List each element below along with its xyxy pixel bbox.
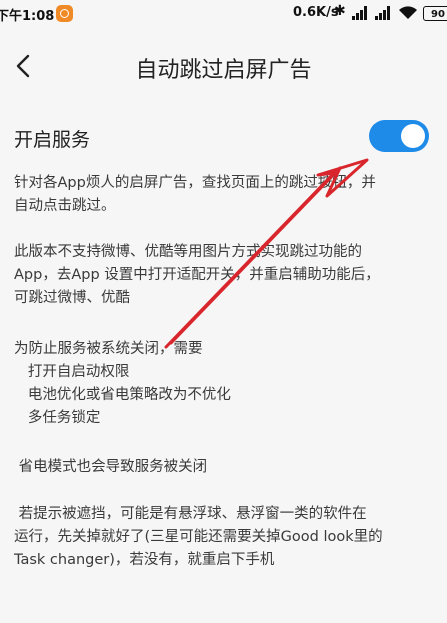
description-line: 运行，先关掉就好了(三星可能还需要关掉Good look里的 bbox=[14, 529, 383, 545]
battery-icon: 90 bbox=[423, 6, 447, 21]
signal-icon bbox=[352, 6, 367, 20]
header: 自动跳过启屏广告 bbox=[0, 40, 447, 92]
service-label: 开启服务 bbox=[14, 129, 91, 151]
description-line: Task changer)，若没有，就重启下手机 bbox=[14, 552, 275, 568]
app-notification-icon bbox=[56, 5, 73, 22]
description-line: 自动点击跳过。 bbox=[14, 198, 116, 214]
description-line: 省电模式也会导致服务被关闭 bbox=[14, 459, 208, 475]
description-line: 针对各App烦人的启屏广告，查找页面上的跳过按钮，并 bbox=[14, 175, 376, 191]
description-line: App，去App 设置中打开适配开关，并重启辅助功能后， bbox=[14, 267, 380, 283]
description-paragraph: 若提示被遮挡，可能是有悬浮球、悬浮窗一类的软件在 运行，先关掉就好了(三星可能还… bbox=[14, 503, 439, 572]
bluetooth-icon: ✱ bbox=[334, 3, 346, 19]
status-bar: 下午1:08 0.6K/s ✱ 90 bbox=[0, 0, 447, 28]
wifi-icon bbox=[399, 6, 417, 20]
description-line: 此版本不支持微博、优酷等用图片方式实现跳过功能的 bbox=[14, 244, 362, 260]
toggle-knob bbox=[401, 124, 425, 148]
page-title: 自动跳过启屏广告 bbox=[135, 58, 312, 83]
description-paragraph: 为防止服务被系统关闭，需要 打开自启动权限 电池优化或省电策略改为不优化 多任务… bbox=[14, 338, 439, 430]
description-line: 电池优化或省电策略改为不优化 bbox=[14, 387, 231, 403]
service-row: 开启服务 bbox=[14, 120, 434, 156]
description-paragraph: 此版本不支持微博、优酷等用图片方式实现跳过功能的 App，去App 设置中打开适… bbox=[14, 241, 439, 310]
description-paragraph: 针对各App烦人的启屏广告，查找页面上的跳过按钮，并 自动点击跳过。 bbox=[14, 172, 439, 218]
network-speed: 0.6K/s bbox=[293, 5, 339, 20]
description-line: 可跳过微博、优酷 bbox=[14, 290, 130, 306]
description-line: 为防止服务被系统关闭，需要 bbox=[14, 341, 203, 357]
description-line: 打开自启动权限 bbox=[14, 364, 130, 380]
status-time: 下午1:08 bbox=[0, 9, 55, 24]
description-line: 多任务锁定 bbox=[14, 410, 101, 426]
service-toggle[interactable] bbox=[369, 120, 429, 152]
description-paragraph: 省电模式也会导致服务被关闭 bbox=[14, 456, 439, 479]
signal-icon-2 bbox=[375, 6, 390, 20]
description-line: 若提示被遮挡，可能是有悬浮球、悬浮窗一类的软件在 bbox=[14, 506, 367, 522]
